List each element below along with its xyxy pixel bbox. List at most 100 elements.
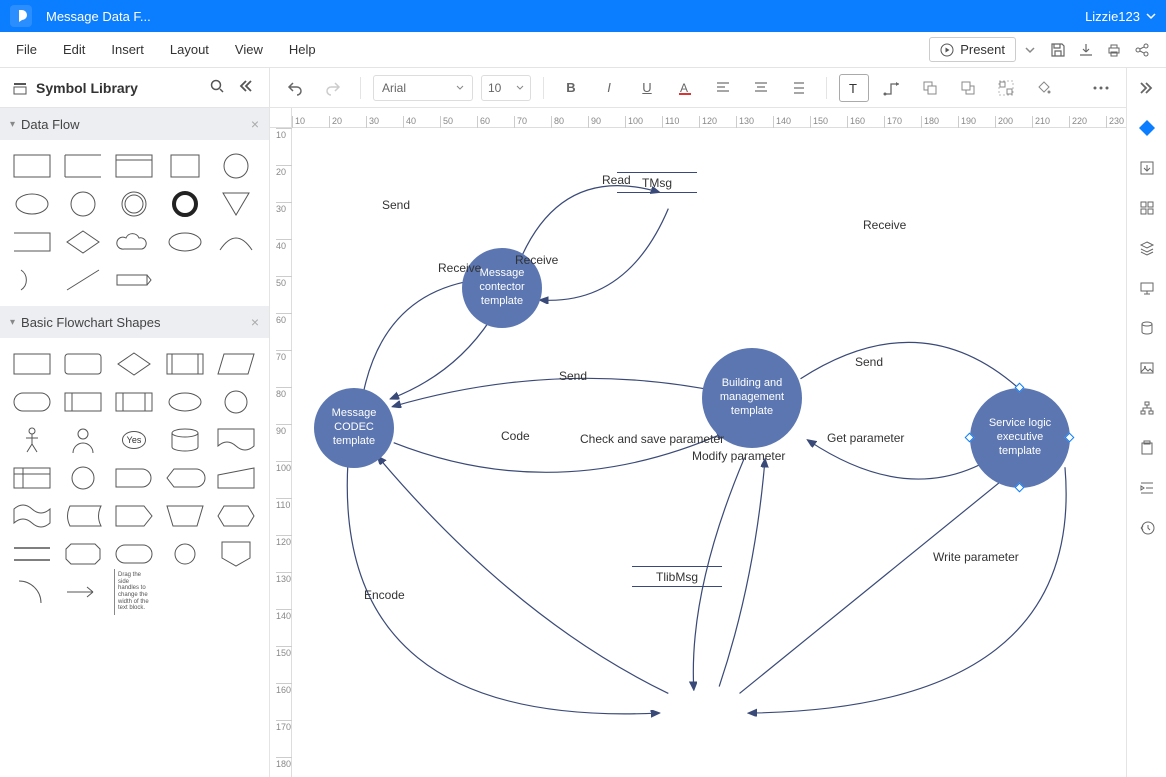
collapse-left-icon[interactable] [237,78,257,97]
menu-insert[interactable]: Insert [111,42,144,57]
search-icon[interactable] [209,78,229,97]
bold-button[interactable]: B [556,74,586,102]
export-icon[interactable] [1133,154,1161,182]
shape-database[interactable] [165,426,205,454]
node-codec[interactable]: Message CODEC template [314,388,394,468]
shape-manual-input[interactable] [216,464,256,492]
shape-delay[interactable] [114,464,154,492]
italic-button[interactable]: I [594,74,624,102]
shape-bold-circle[interactable] [165,190,205,218]
print-icon[interactable] [1100,36,1128,64]
shape-circle3[interactable] [216,388,256,416]
user-menu[interactable]: Lizzie123 [1085,9,1156,24]
text-tool-button[interactable]: T [839,74,869,102]
shape-card[interactable] [114,152,154,180]
shape-terminator[interactable] [12,388,52,416]
present-dropdown[interactable] [1016,36,1044,64]
shape-triangle[interactable] [216,190,256,218]
shape-decision-yes[interactable]: Yes [114,426,154,454]
menu-edit[interactable]: Edit [63,42,85,57]
category-flowchart[interactable]: ▾ Basic Flowchart Shapes × [0,306,269,338]
shape-annotation[interactable]: Drag the side handles to change the widt… [114,578,154,606]
shape-pill[interactable] [114,540,154,568]
shape-subprocess[interactable] [165,350,205,378]
shape-tape[interactable] [12,502,52,530]
shape-pentagon[interactable] [114,502,154,530]
shape-line[interactable] [63,266,103,294]
document-title[interactable]: Message Data F... [46,9,151,24]
shape-stored[interactable] [63,502,103,530]
save-icon[interactable] [1044,36,1072,64]
redo-button[interactable] [318,74,348,102]
shape-tag[interactable] [114,266,154,294]
download-icon[interactable] [1072,36,1100,64]
shape-half-rect[interactable] [12,228,52,256]
undo-button[interactable] [280,74,310,102]
indent-icon[interactable] [1133,474,1161,502]
line-spacing-button[interactable] [784,74,814,102]
presentation-icon[interactable] [1133,274,1161,302]
shape-preparation[interactable] [216,502,256,530]
shape-offpage[interactable] [216,540,256,568]
category-data-flow[interactable]: ▾ Data Flow × [0,108,269,140]
shape-square[interactable] [165,152,205,180]
shape-decision[interactable] [114,350,154,378]
shape-circle5[interactable] [165,540,205,568]
shape-diamond[interactable] [63,228,103,256]
node-service[interactable]: Service logic executive template [970,388,1070,488]
sitemap-icon[interactable] [1133,394,1161,422]
shape-rect[interactable] [12,152,52,180]
shape-circle[interactable] [216,152,256,180]
text-color-button[interactable]: A [670,74,700,102]
fill-button[interactable] [1029,74,1059,102]
menu-help[interactable]: Help [289,42,316,57]
shape-ellipse3[interactable] [165,388,205,416]
underline-button[interactable]: U [632,74,662,102]
shape-document[interactable] [216,426,256,454]
send-back-button[interactable] [915,74,945,102]
shape-arc[interactable] [216,228,256,256]
expand-right-icon[interactable] [1133,74,1161,102]
menu-layout[interactable]: Layout [170,42,209,57]
align-h-button[interactable] [708,74,738,102]
shape-circle4[interactable] [63,464,103,492]
shape-predef-both[interactable] [114,388,154,416]
shape-rounded[interactable] [63,350,103,378]
menu-view[interactable]: View [235,42,263,57]
present-button[interactable]: Present [929,37,1016,62]
clipboard-icon[interactable] [1133,434,1161,462]
shape-display[interactable] [165,464,205,492]
shape-predef-left[interactable] [63,388,103,416]
shape-circle2[interactable] [63,190,103,218]
share-icon[interactable] [1128,36,1156,64]
align-v-button[interactable] [746,74,776,102]
shape-open-rect[interactable] [63,152,103,180]
canvas[interactable]: Message contector templateMessage CODEC … [292,128,1126,777]
group-button[interactable] [991,74,1021,102]
text-node-tlibmsg[interactable]: TlibMsg [632,570,722,584]
shape-quarter-arc[interactable] [12,578,52,606]
shape-cloud[interactable] [114,228,154,256]
layers-icon[interactable] [1133,234,1161,262]
data-icon[interactable] [1133,314,1161,342]
shape-data[interactable] [216,350,256,378]
bring-front-button[interactable] [953,74,983,102]
shape-process[interactable] [12,350,52,378]
connector-button[interactable] [877,74,907,102]
shape-cut-corner[interactable] [63,540,103,568]
font-select[interactable]: Arial [373,75,473,101]
shape-user[interactable] [63,426,103,454]
shape-ellipse[interactable] [12,190,52,218]
font-size-select[interactable]: 10 [481,75,531,101]
shape-internal[interactable] [12,464,52,492]
shape-manual-op[interactable] [165,502,205,530]
shape-double-circle[interactable] [114,190,154,218]
close-icon[interactable]: × [251,116,259,132]
shape-semicircle[interactable] [12,266,52,294]
menu-file[interactable]: File [16,42,37,57]
grid-icon[interactable] [1133,194,1161,222]
image-icon[interactable] [1133,354,1161,382]
shape-ellipse2[interactable] [165,228,205,256]
theme-icon[interactable] [1133,114,1161,142]
more-icon[interactable] [1086,74,1116,102]
